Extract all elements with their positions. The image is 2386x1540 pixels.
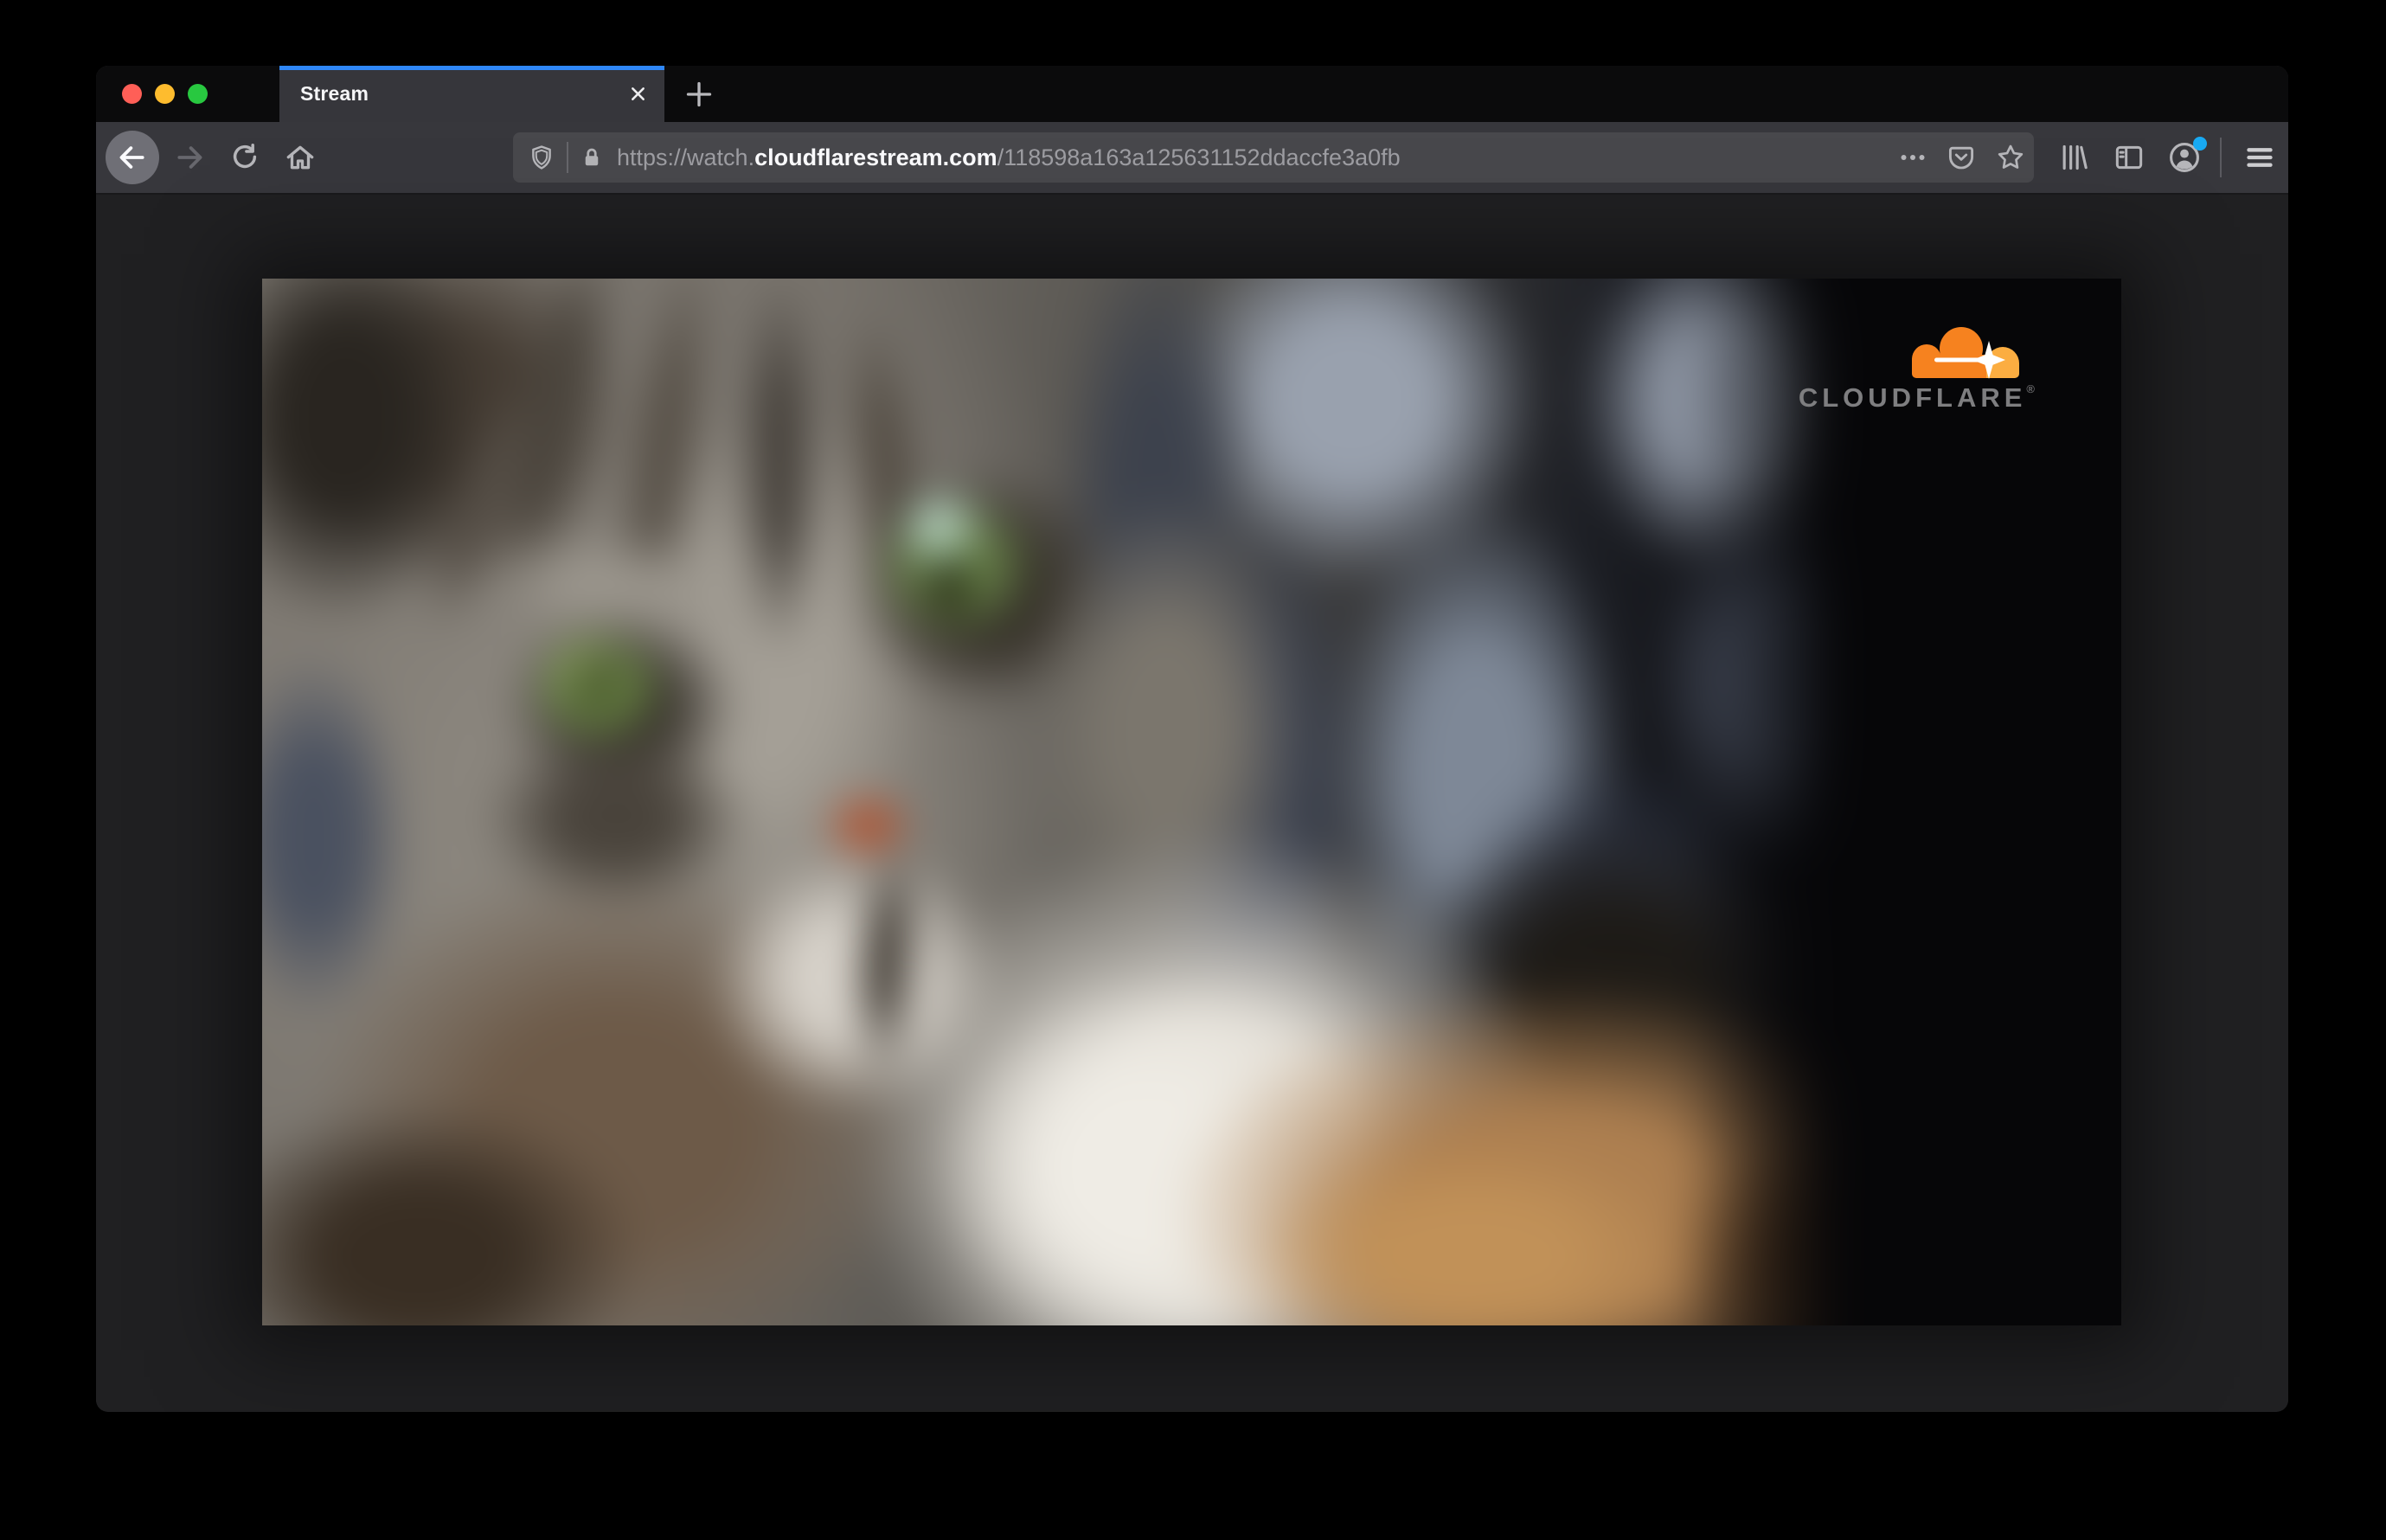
navigation-toolbar: https://watch.cloudflarestream.com/11859… bbox=[96, 122, 2288, 195]
library-icon bbox=[2062, 144, 2088, 170]
video-player[interactable]: CLOUDFLARE® bbox=[262, 279, 2121, 1325]
back-arrow-icon bbox=[119, 146, 144, 169]
close-tab-button[interactable] bbox=[623, 80, 652, 109]
plus-icon bbox=[686, 81, 712, 106]
url-display[interactable]: https://watch.cloudflarestream.com/11859… bbox=[617, 144, 1897, 171]
page-background: CLOUDFLARE® bbox=[96, 195, 2288, 1410]
home-button[interactable] bbox=[273, 130, 328, 185]
cloudflare-logo: CLOUDFLARE® bbox=[1799, 324, 2035, 414]
sidebar-button[interactable] bbox=[2101, 130, 2157, 185]
cloudflare-cloud-icon bbox=[1912, 327, 2019, 379]
account-notification-dot bbox=[2193, 137, 2207, 151]
library-button[interactable] bbox=[2046, 130, 2101, 185]
sidebar-icon bbox=[2115, 145, 2143, 170]
titlebar-controls bbox=[96, 66, 279, 122]
url-domain: cloudflarestream.com bbox=[754, 144, 997, 170]
url-path: /118598a163a125631152ddaccfe3a0fb bbox=[997, 144, 1401, 170]
account-button[interactable] bbox=[2157, 130, 2212, 185]
bookmark-star-icon[interactable] bbox=[1994, 141, 2027, 174]
active-tab-indicator bbox=[279, 66, 664, 70]
tab-strip-empty-space bbox=[734, 66, 2288, 122]
close-icon bbox=[631, 87, 645, 100]
back-button[interactable] bbox=[105, 130, 160, 185]
tab-stream[interactable]: Stream bbox=[279, 66, 664, 122]
browser-window: Stream https://watch.cloudflarestream.co… bbox=[96, 66, 2288, 1412]
urlbar-divider bbox=[567, 142, 568, 173]
close-window-button[interactable] bbox=[122, 84, 142, 104]
reload-button[interactable] bbox=[217, 130, 273, 185]
new-tab-button[interactable] bbox=[664, 66, 734, 122]
video-vignette bbox=[262, 279, 2121, 1325]
toolbar-divider bbox=[2220, 138, 2222, 177]
hamburger-menu-icon bbox=[2247, 148, 2273, 167]
reload-icon bbox=[233, 144, 257, 169]
url-scheme: https://watch. bbox=[617, 144, 755, 170]
tracking-shield-icon[interactable] bbox=[527, 143, 556, 172]
trademark-symbol: ® bbox=[2026, 382, 2035, 395]
lock-icon[interactable] bbox=[579, 144, 605, 170]
zoom-window-button[interactable] bbox=[188, 84, 208, 104]
urlbar-actions bbox=[1897, 141, 2027, 174]
tab-bar: Stream bbox=[96, 66, 2288, 122]
cloudflare-wordmark: CLOUDFLARE® bbox=[1798, 382, 2035, 413]
forward-button[interactable] bbox=[162, 130, 217, 185]
forward-arrow-icon bbox=[177, 146, 202, 169]
tab-title: Stream bbox=[300, 82, 369, 105]
back-button-highlight bbox=[106, 131, 159, 184]
menu-button[interactable] bbox=[2232, 130, 2287, 185]
url-bar[interactable]: https://watch.cloudflarestream.com/11859… bbox=[513, 132, 2034, 183]
home-icon bbox=[286, 145, 314, 170]
page-actions-icon[interactable] bbox=[1897, 142, 1928, 173]
pocket-icon[interactable] bbox=[1946, 142, 1977, 173]
minimize-window-button[interactable] bbox=[155, 84, 175, 104]
